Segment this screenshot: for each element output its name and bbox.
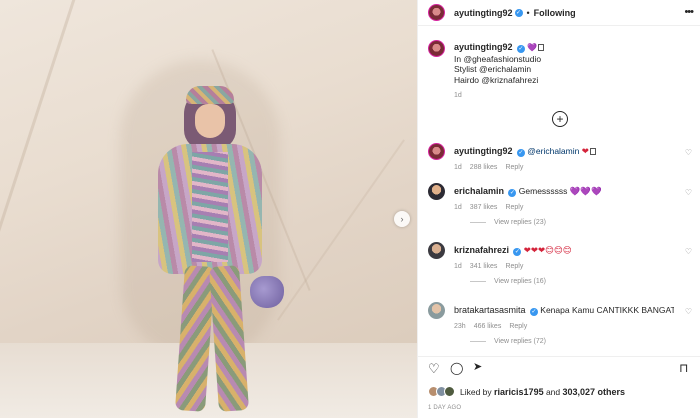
comment-text: Kenapa Kamu CANTIKKK BANGATTT...	[540, 305, 674, 315]
post-details-panel: ayutingting92 ✓ • Following ••• ayutingt…	[417, 0, 700, 418]
comment-username[interactable]: bratakartasasmita	[454, 305, 526, 315]
divider	[470, 341, 486, 342]
header-username[interactable]: ayutingting92	[454, 8, 513, 18]
likes-middle: and	[543, 386, 563, 397]
view-replies-button[interactable]: View replies (16)	[470, 278, 698, 285]
reply-button[interactable]: Reply	[505, 164, 523, 171]
heart-icon[interactable]: ♡	[685, 148, 692, 157]
comment-likes[interactable]: 288 likes	[470, 164, 498, 171]
emoji-placeholder-icon	[589, 148, 596, 155]
verified-badge-icon: ✓	[529, 308, 538, 316]
comment-likes[interactable]: 387 likes	[470, 204, 498, 211]
avatar[interactable]	[428, 302, 445, 319]
post-header: ayutingting92 ✓ • Following •••	[418, 0, 700, 26]
comment-username[interactable]: ayutingting92	[454, 146, 513, 156]
comment-likes[interactable]: 341 likes	[470, 263, 498, 270]
headscarf	[186, 86, 234, 104]
comment-timestamp[interactable]: 1d	[454, 164, 462, 171]
marble-vein	[0, 0, 80, 274]
purple-heart-emoji: 💜	[527, 43, 538, 52]
comment-username[interactable]: erichalamin	[454, 186, 504, 196]
more-options-icon[interactable]: •••	[684, 6, 694, 18]
divider	[470, 222, 486, 223]
comment-emoji: ❤	[581, 146, 589, 156]
reply-button[interactable]: Reply	[505, 204, 523, 211]
comment-icon[interactable]: ◯	[450, 362, 463, 374]
post-caption: ayutingting92 ✓ 💜 In @gheafashionstudio …	[428, 40, 693, 85]
separator-dot: •	[526, 7, 530, 18]
view-replies-label: View replies (72)	[494, 338, 547, 345]
view-replies-button[interactable]: View replies (23)	[470, 219, 698, 226]
action-bar: ♡ ◯ ➤ ⊓	[418, 356, 700, 376]
caption-username[interactable]: ayutingting92	[454, 42, 513, 52]
view-replies-label: View replies (23)	[494, 219, 547, 226]
avatar[interactable]	[428, 143, 445, 160]
caption-line: In @gheafashionstudio	[454, 53, 542, 64]
reply-button[interactable]: Reply	[505, 263, 523, 270]
heart-icon[interactable]: ♡	[428, 362, 440, 375]
following-button[interactable]: Following	[534, 8, 576, 18]
comment: kriznafahrezi ✓ ❤❤❤😊😊😊 1d 341 likes Repl…	[428, 242, 698, 285]
verified-badge-icon: ✓	[508, 189, 517, 197]
heart-icon[interactable]: ♡	[685, 307, 692, 316]
heart-icon[interactable]: ♡	[685, 247, 692, 256]
comment-timestamp[interactable]: 1d	[454, 263, 462, 270]
chevron-right-icon[interactable]: ›	[394, 211, 410, 227]
share-icon[interactable]: ➤	[473, 362, 482, 373]
trouser-leg	[208, 265, 250, 412]
comment-emoji: 💜💜💜	[569, 186, 602, 196]
trouser-leg	[174, 265, 216, 412]
verified-badge-icon: ✓	[516, 149, 525, 157]
avatar[interactable]	[428, 183, 445, 200]
comment-text: Gemessssss	[518, 186, 568, 196]
handbag	[250, 276, 284, 308]
post-date[interactable]: 1 DAY AGO	[428, 405, 461, 411]
load-more-comments-button[interactable]: +	[552, 111, 568, 127]
likes-text[interactable]: Liked by riaricis1795 and 303,027 others	[460, 387, 625, 397]
likes-summary: Liked by riaricis1795 and 303,027 others	[428, 386, 625, 397]
view-replies-button[interactable]: View replies (72)	[470, 338, 698, 345]
face	[195, 104, 225, 138]
caption-timestamp[interactable]: 1d	[454, 92, 462, 99]
verified-badge-icon: ✓	[513, 248, 522, 256]
comment-text[interactable]: @erichalamin	[527, 146, 579, 156]
avatar[interactable]	[428, 242, 445, 259]
bookmark-icon[interactable]: ⊓	[679, 362, 688, 374]
avatar	[444, 386, 455, 397]
comment-timestamp[interactable]: 1d	[454, 204, 462, 211]
reply-button[interactable]: Reply	[509, 323, 527, 330]
likes-prefix: Liked by	[460, 386, 495, 397]
comment: bratakartasasmita ✓ Kenapa Kamu CANTIKKK…	[428, 302, 698, 345]
comment: erichalamin ✓ Gemessssss 💜💜💜 1d 387 like…	[428, 183, 698, 226]
comment-username[interactable]: kriznafahrezi	[454, 245, 509, 255]
likes-user[interactable]: riaricis1795	[494, 387, 544, 397]
avatar[interactable]	[428, 40, 445, 57]
comment-likes[interactable]: 466 likes	[474, 323, 502, 330]
comment-emoji: ❤❤❤😊😊😊	[523, 245, 572, 255]
emoji-placeholder-icon	[538, 44, 545, 51]
likes-count[interactable]: 303,027 others	[562, 387, 625, 397]
post-photo[interactable]: ›	[0, 0, 417, 418]
divider	[470, 281, 486, 282]
view-replies-label: View replies (16)	[494, 278, 547, 285]
verified-badge-icon: ✓	[514, 8, 523, 17]
comment: ayutingting92 ✓ @erichalamin ❤ 1d 288 li…	[428, 143, 698, 171]
comment-timestamp[interactable]: 23h	[454, 323, 466, 330]
caption-line: Hairdo @kriznafahrezi	[454, 74, 539, 85]
heart-icon[interactable]: ♡	[685, 188, 692, 197]
inner-top	[192, 152, 228, 262]
verified-badge-icon: ✓	[516, 45, 525, 53]
person-figure	[140, 86, 284, 416]
caption-line: Stylist @erichalamin	[454, 64, 532, 74]
marble-vein	[277, 139, 405, 321]
avatar[interactable]	[428, 4, 445, 21]
